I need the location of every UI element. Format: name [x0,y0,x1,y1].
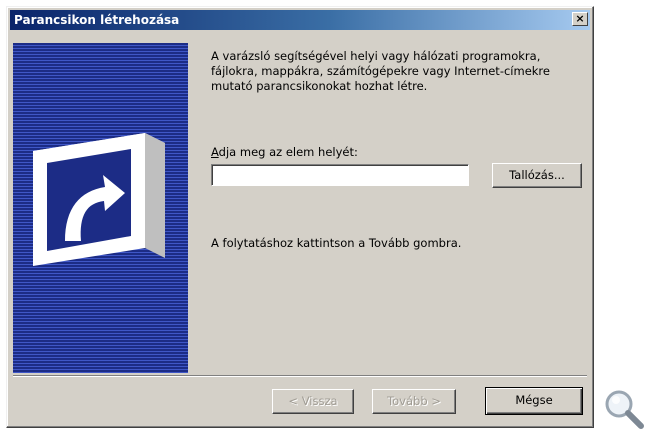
cancel-button[interactable]: Mégse [485,387,583,415]
back-button[interactable]: < Vissza [272,389,354,414]
location-label-accelerator: A [211,145,219,159]
shortcut-arrow-icon [33,133,165,266]
magnifier-icon[interactable] [603,388,647,432]
footer-separator [13,375,587,377]
window-title: Parancsikon létrehozása [14,13,180,27]
title-bar[interactable]: Parancsikon létrehozása × [10,10,590,30]
close-button[interactable]: × [572,12,588,26]
location-input[interactable] [211,164,469,186]
browse-button[interactable]: Tallózás... [492,163,582,188]
location-label: Adja meg az elem helyét: [211,145,358,159]
location-label-text: dja meg az elem helyét: [218,145,358,159]
shortcut-wizard-dialog: Parancsikon létrehozása × A varázsló seg… [6,6,594,428]
continue-hint: A folytatáshoz kattintson a Tovább gombr… [211,236,462,250]
wizard-description: A varázsló segítségével helyi vagy hálóz… [211,49,550,93]
next-button[interactable]: Tovább > [372,389,456,414]
wizard-side-panel [13,43,188,373]
